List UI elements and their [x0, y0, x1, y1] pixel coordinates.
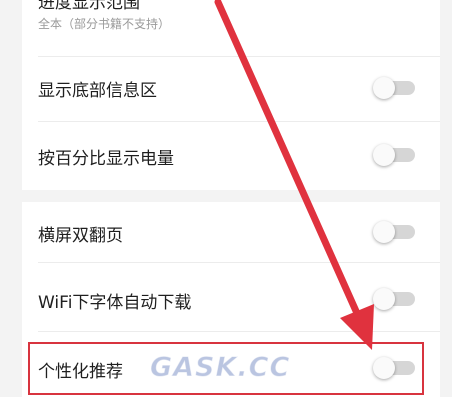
- setting-label-landscape-dual-page: 横屏双翻页: [38, 226, 123, 246]
- setting-label-battery-percent: 按百分比显示电量: [38, 149, 174, 169]
- setting-row-wifi-font-download[interactable]: WiFi下字体自动下载: [22, 263, 440, 331]
- progress-range-row[interactable]: 进度显示范围 全本（部分书籍不支持）: [22, 0, 440, 56]
- toggle-knob: [373, 144, 395, 166]
- setting-label-bottom-info: 显示底部信息区: [38, 81, 157, 101]
- settings-panel-bottom: 横屏双翻页 WiFi下字体自动下载 个性化推荐: [22, 202, 440, 397]
- setting-label-wifi-font-download: WiFi下字体自动下载: [38, 293, 192, 313]
- progress-range-label: 进度显示范围: [38, 0, 140, 13]
- setting-label-personalized-recommendation: 个性化推荐: [38, 362, 123, 382]
- toggle-landscape-dual-page[interactable]: [373, 221, 415, 243]
- setting-row-battery-percent[interactable]: 按百分比显示电量: [22, 122, 440, 188]
- toggle-battery-percent[interactable]: [373, 144, 415, 166]
- toggle-knob: [373, 221, 395, 243]
- toggle-wifi-font-download[interactable]: [373, 288, 415, 310]
- toggle-knob: [373, 357, 395, 379]
- setting-row-personalized-recommendation[interactable]: 个性化推荐: [22, 332, 440, 397]
- toggle-personalized-recommendation[interactable]: [373, 357, 415, 379]
- setting-row-bottom-info[interactable]: 显示底部信息区: [22, 57, 440, 121]
- toggle-knob: [373, 288, 395, 310]
- progress-range-value: 全本（部分书籍不支持）: [38, 17, 171, 31]
- toggle-bottom-info[interactable]: [373, 77, 415, 99]
- toggle-knob: [373, 77, 395, 99]
- settings-panel-top: 进度显示范围 全本（部分书籍不支持） 显示底部信息区 按百分比显示电量: [22, 0, 440, 190]
- setting-row-landscape-dual-page[interactable]: 横屏双翻页: [22, 202, 440, 262]
